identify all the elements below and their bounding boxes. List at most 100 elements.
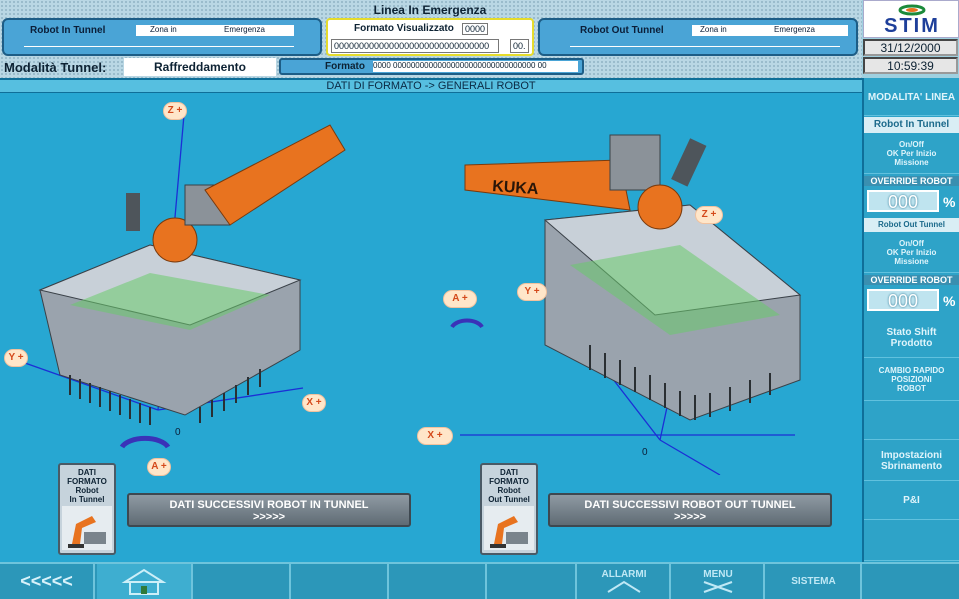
right-origin-label: 0 — [642, 447, 648, 458]
override-robot-out-percent: % — [943, 293, 956, 309]
formato-visualizzato-box: Formato Visualizzato 0000 00000000000000… — [326, 18, 534, 56]
override-robot-in-value[interactable]: 000 — [867, 190, 939, 212]
menu-button[interactable]: MENU — [673, 564, 765, 599]
left-rotation-arrow-icon — [119, 435, 171, 449]
sidebar-empty-slot — [864, 402, 959, 440]
robot-out-card-line3: Robot — [497, 486, 521, 495]
formato-bar: Formato 0000 000000000000000000000000000… — [279, 58, 584, 75]
main-title: DATI DI FORMATO -> GENERALI ROBOT — [0, 80, 862, 93]
date-display: 31/12/2000 — [863, 39, 958, 56]
header-title: Linea In Emergenza — [373, 3, 487, 17]
robot-in-separator — [24, 46, 294, 47]
cambio-rapido-button[interactable]: CAMBIO RAPIDO POSIZIONI ROBOT — [864, 359, 959, 401]
right-y-axis-tag: Y + — [517, 283, 547, 301]
formato-visualizzato-suffix: 00. — [510, 39, 529, 53]
robot-in-header: Robot In Tunnel — [864, 117, 959, 133]
robot-out-emergenza: Emergenza — [774, 25, 815, 34]
right-robot-arm — [464, 159, 631, 211]
robot-out-zona: Zona in — [700, 25, 727, 34]
modalita-tunnel-label: Modalità Tunnel: — [4, 60, 107, 75]
next-robot-out-line1: DATI SUCCESSIVI ROBOT OUT TUNNEL — [584, 499, 796, 511]
right-robot-wrist — [637, 184, 683, 230]
sistema-button[interactable]: SISTEMA — [767, 564, 862, 599]
left-z-axis-tag: Z + — [163, 102, 187, 120]
robot-in-card-line3: Robot — [75, 486, 99, 495]
formato-value: 0000 00000000000000000000000000000000 00 — [373, 61, 578, 72]
robot-thumbnail-icon — [484, 506, 534, 550]
next-robot-in-button[interactable]: DATI SUCCESSIVI ROBOT IN TUNNEL >>>>> — [127, 493, 411, 527]
robot-out-separator — [570, 46, 840, 47]
robot-out-card-line1: DATI — [499, 468, 519, 477]
robot-in-card-line1: DATI — [77, 468, 97, 477]
override-robot-in-percent: % — [943, 194, 956, 210]
left-robot-flange — [126, 193, 140, 231]
allarmi-label: ALLARMI — [601, 569, 647, 580]
robot-out-card-line4: Out Tunnel — [488, 495, 530, 504]
nav-slot-5 — [391, 564, 487, 599]
override-robot-out-label: OVERRIDE ROBOT — [864, 275, 959, 285]
left-x-axis-tag: X + — [302, 394, 326, 412]
time-display: 10:59:39 — [863, 57, 958, 74]
right-robot-motor — [609, 134, 661, 191]
robot-out-card-line2: FORMATO — [489, 477, 529, 486]
robot-in-card-line4: In Tunnel — [69, 495, 105, 504]
right-z-axis-tag: Z + — [695, 206, 723, 224]
left-y-axis-tag: Y + — [4, 349, 28, 367]
home-icon — [121, 568, 167, 595]
right-x-axis-tag: X + — [417, 427, 453, 445]
robot-in-emergenza: Emergenza — [224, 25, 265, 34]
logo-box: STIM — [863, 0, 959, 38]
override-robot-out-value[interactable]: 000 — [867, 289, 939, 311]
robot-brand-label: KUKA — [492, 178, 540, 198]
next-robot-out-button[interactable]: DATI SUCCESSIVI ROBOT OUT TUNNEL >>>>> — [548, 493, 832, 527]
override-robot-in-label: OVERRIDE ROBOT — [864, 176, 959, 186]
home-button[interactable] — [97, 564, 193, 599]
robot-in-status-field: Zona in Emergenza — [136, 25, 294, 36]
robot-out-format-card[interactable]: DATI FORMATO Robot Out Tunnel — [480, 463, 538, 555]
robot-out-panel: Robot Out Tunnel Zona in Emergenza — [538, 18, 858, 56]
right-a-axis-tag: A + — [443, 290, 477, 308]
override-robot-out[interactable]: OVERRIDE ROBOT 000 % — [864, 275, 959, 315]
nav-slot-last — [864, 564, 959, 599]
robot-in-zona: Zona in — [150, 25, 177, 34]
pi-button[interactable]: P&I — [864, 482, 959, 520]
next-robot-in-line2: >>>>> — [252, 511, 286, 523]
robot-in-ok-status: On/Off OK Per Inizio Missione — [864, 134, 959, 174]
left-a-axis-tag: A + — [147, 458, 171, 476]
back-button[interactable]: <<<<< — [0, 564, 95, 599]
left-robot-arm — [204, 124, 346, 226]
left-origin-label: 0 — [175, 427, 181, 438]
robot-out-illustration: KUKA 0 — [450, 134, 802, 475]
nav-slot-6 — [489, 564, 577, 599]
right-robot-flange — [671, 138, 707, 187]
robot-in-panel: Robot In Tunnel Zona in Emergenza — [2, 18, 322, 56]
robot-thumbnail-icon — [62, 506, 112, 550]
robot-in-format-card[interactable]: DATI FORMATO Robot In Tunnel — [58, 463, 116, 555]
modalita-tunnel-value: Raffreddamento — [124, 58, 276, 76]
impostazioni-sbrinamento-button[interactable]: Impostazioni Sbrinamento — [864, 441, 959, 481]
robot-out-status-field: Zona in Emergenza — [692, 25, 848, 36]
robot-in-illustration: 0 — [24, 114, 346, 449]
override-robot-in[interactable]: OVERRIDE ROBOT 000 % — [864, 176, 959, 216]
menu-label: MENU — [703, 569, 733, 580]
robot-in-card-line2: FORMATO — [67, 477, 107, 486]
formato-visualizzato-label: Formato Visualizzato — [354, 23, 454, 34]
logo-text: STIM — [884, 15, 940, 37]
nav-slot-3 — [195, 564, 291, 599]
formato-label: Formato — [325, 61, 365, 72]
robot-out-ok-status: On/Off OK Per Inizio Missione — [864, 233, 959, 273]
right-rotation-arrow-icon — [450, 318, 484, 329]
nav-slot-4 — [293, 564, 389, 599]
formato-visualizzato-value: 0000 — [462, 23, 489, 35]
stato-shift-button[interactable]: Stato Shift Prodotto — [864, 318, 959, 358]
allarmi-button[interactable]: ALLARMI — [579, 564, 671, 599]
sidebar-empty-slot-2 — [864, 521, 959, 561]
alarm-icon — [607, 580, 641, 593]
modalita-linea-button[interactable]: MODALITA' LINEA — [864, 80, 959, 116]
formato-visualizzato-code: 0000000000000000000000000000000 — [331, 39, 499, 53]
robot-out-header: Robot Out Tunnel — [864, 218, 959, 232]
robot-in-label: Robot In Tunnel — [30, 25, 106, 36]
next-robot-out-line2: >>>>> — [673, 511, 707, 523]
menu-icon — [703, 581, 733, 593]
right-axis-diagonal — [659, 439, 721, 475]
